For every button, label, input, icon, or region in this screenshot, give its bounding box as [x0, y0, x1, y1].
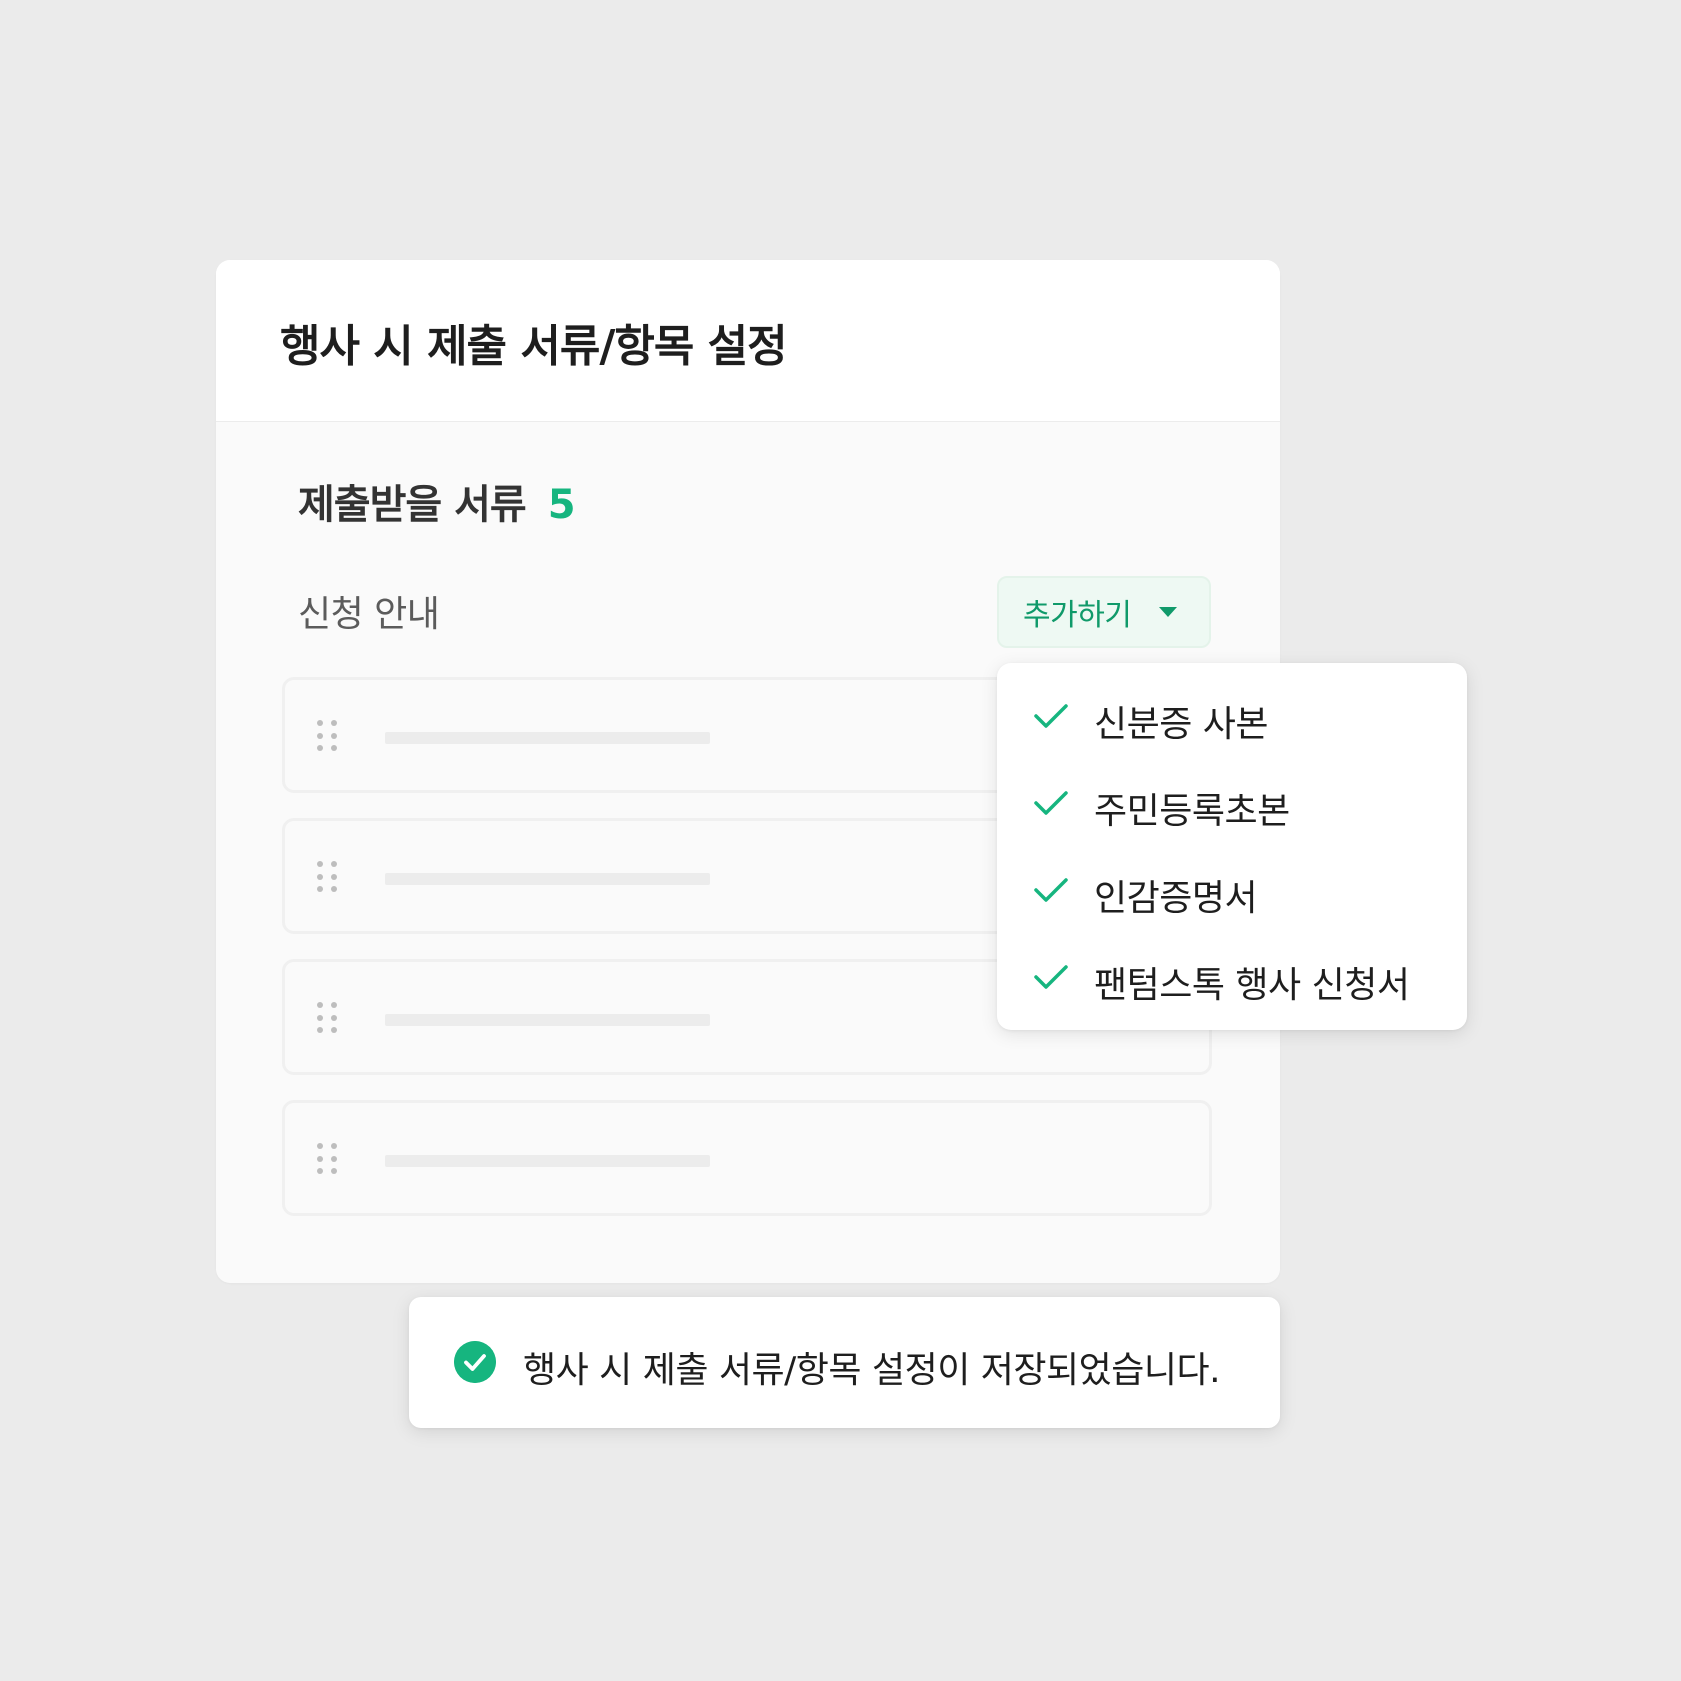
drag-handle-icon[interactable] — [317, 861, 339, 893]
documents-section-label: 제출받을 서류 — [298, 482, 527, 528]
drag-handle-icon[interactable] — [317, 1143, 339, 1175]
documents-count-badge: 5 — [547, 482, 576, 528]
dropdown-item-seal-certificate[interactable]: 인감증명서 — [997, 855, 1467, 925]
check-icon — [1034, 704, 1068, 728]
dropdown-item-resident-abstract[interactable]: 주민등록초본 — [997, 768, 1467, 838]
dropdown-item-label: 팬텀스톡 행사 신청서 — [1094, 965, 1410, 1006]
drag-handle-icon[interactable] — [317, 1002, 339, 1034]
check-icon — [1034, 878, 1068, 902]
toast-message: 행사 시 제출 서류/항목 설정이 저장되었습니다. — [523, 1350, 1221, 1391]
dropdown-item-event-application[interactable]: 팬텀스톡 행사 신청서 — [997, 942, 1467, 1012]
guide-section-label: 신청 안내 — [298, 594, 440, 635]
card-header: 행사 시 제출 서류/항목 설정 — [216, 260, 1280, 422]
dropdown-item-label: 인감증명서 — [1094, 878, 1258, 919]
add-dropdown-button[interactable]: 추가하기 — [997, 576, 1211, 648]
drag-handle-icon[interactable] — [317, 720, 339, 752]
success-toast: 행사 시 제출 서류/항목 설정이 저장되었습니다. — [409, 1297, 1280, 1428]
dropdown-item-label: 신분증 사본 — [1094, 704, 1269, 745]
dropdown-item-id-copy[interactable]: 신분증 사본 — [997, 681, 1467, 751]
check-circle-icon — [454, 1341, 496, 1383]
placeholder-bar — [385, 1014, 710, 1026]
placeholder-bar — [385, 1155, 710, 1167]
placeholder-bar — [385, 732, 710, 744]
documents-section-title: 제출받을 서류 5 — [298, 472, 576, 530]
caret-down-icon — [1159, 607, 1178, 617]
page-title: 행사 시 제출 서류/항목 설정 — [280, 321, 788, 372]
add-button-label: 추가하기 — [1023, 598, 1132, 633]
add-document-dropdown: 신분증 사본 주민등록초본 인감증명서 팬텀스톡 행사 신청서 — [997, 663, 1467, 1030]
dropdown-item-label: 주민등록초본 — [1094, 791, 1290, 832]
document-row[interactable] — [282, 1100, 1212, 1216]
placeholder-bar — [385, 873, 710, 885]
check-icon — [1034, 965, 1068, 989]
check-icon — [1034, 791, 1068, 815]
